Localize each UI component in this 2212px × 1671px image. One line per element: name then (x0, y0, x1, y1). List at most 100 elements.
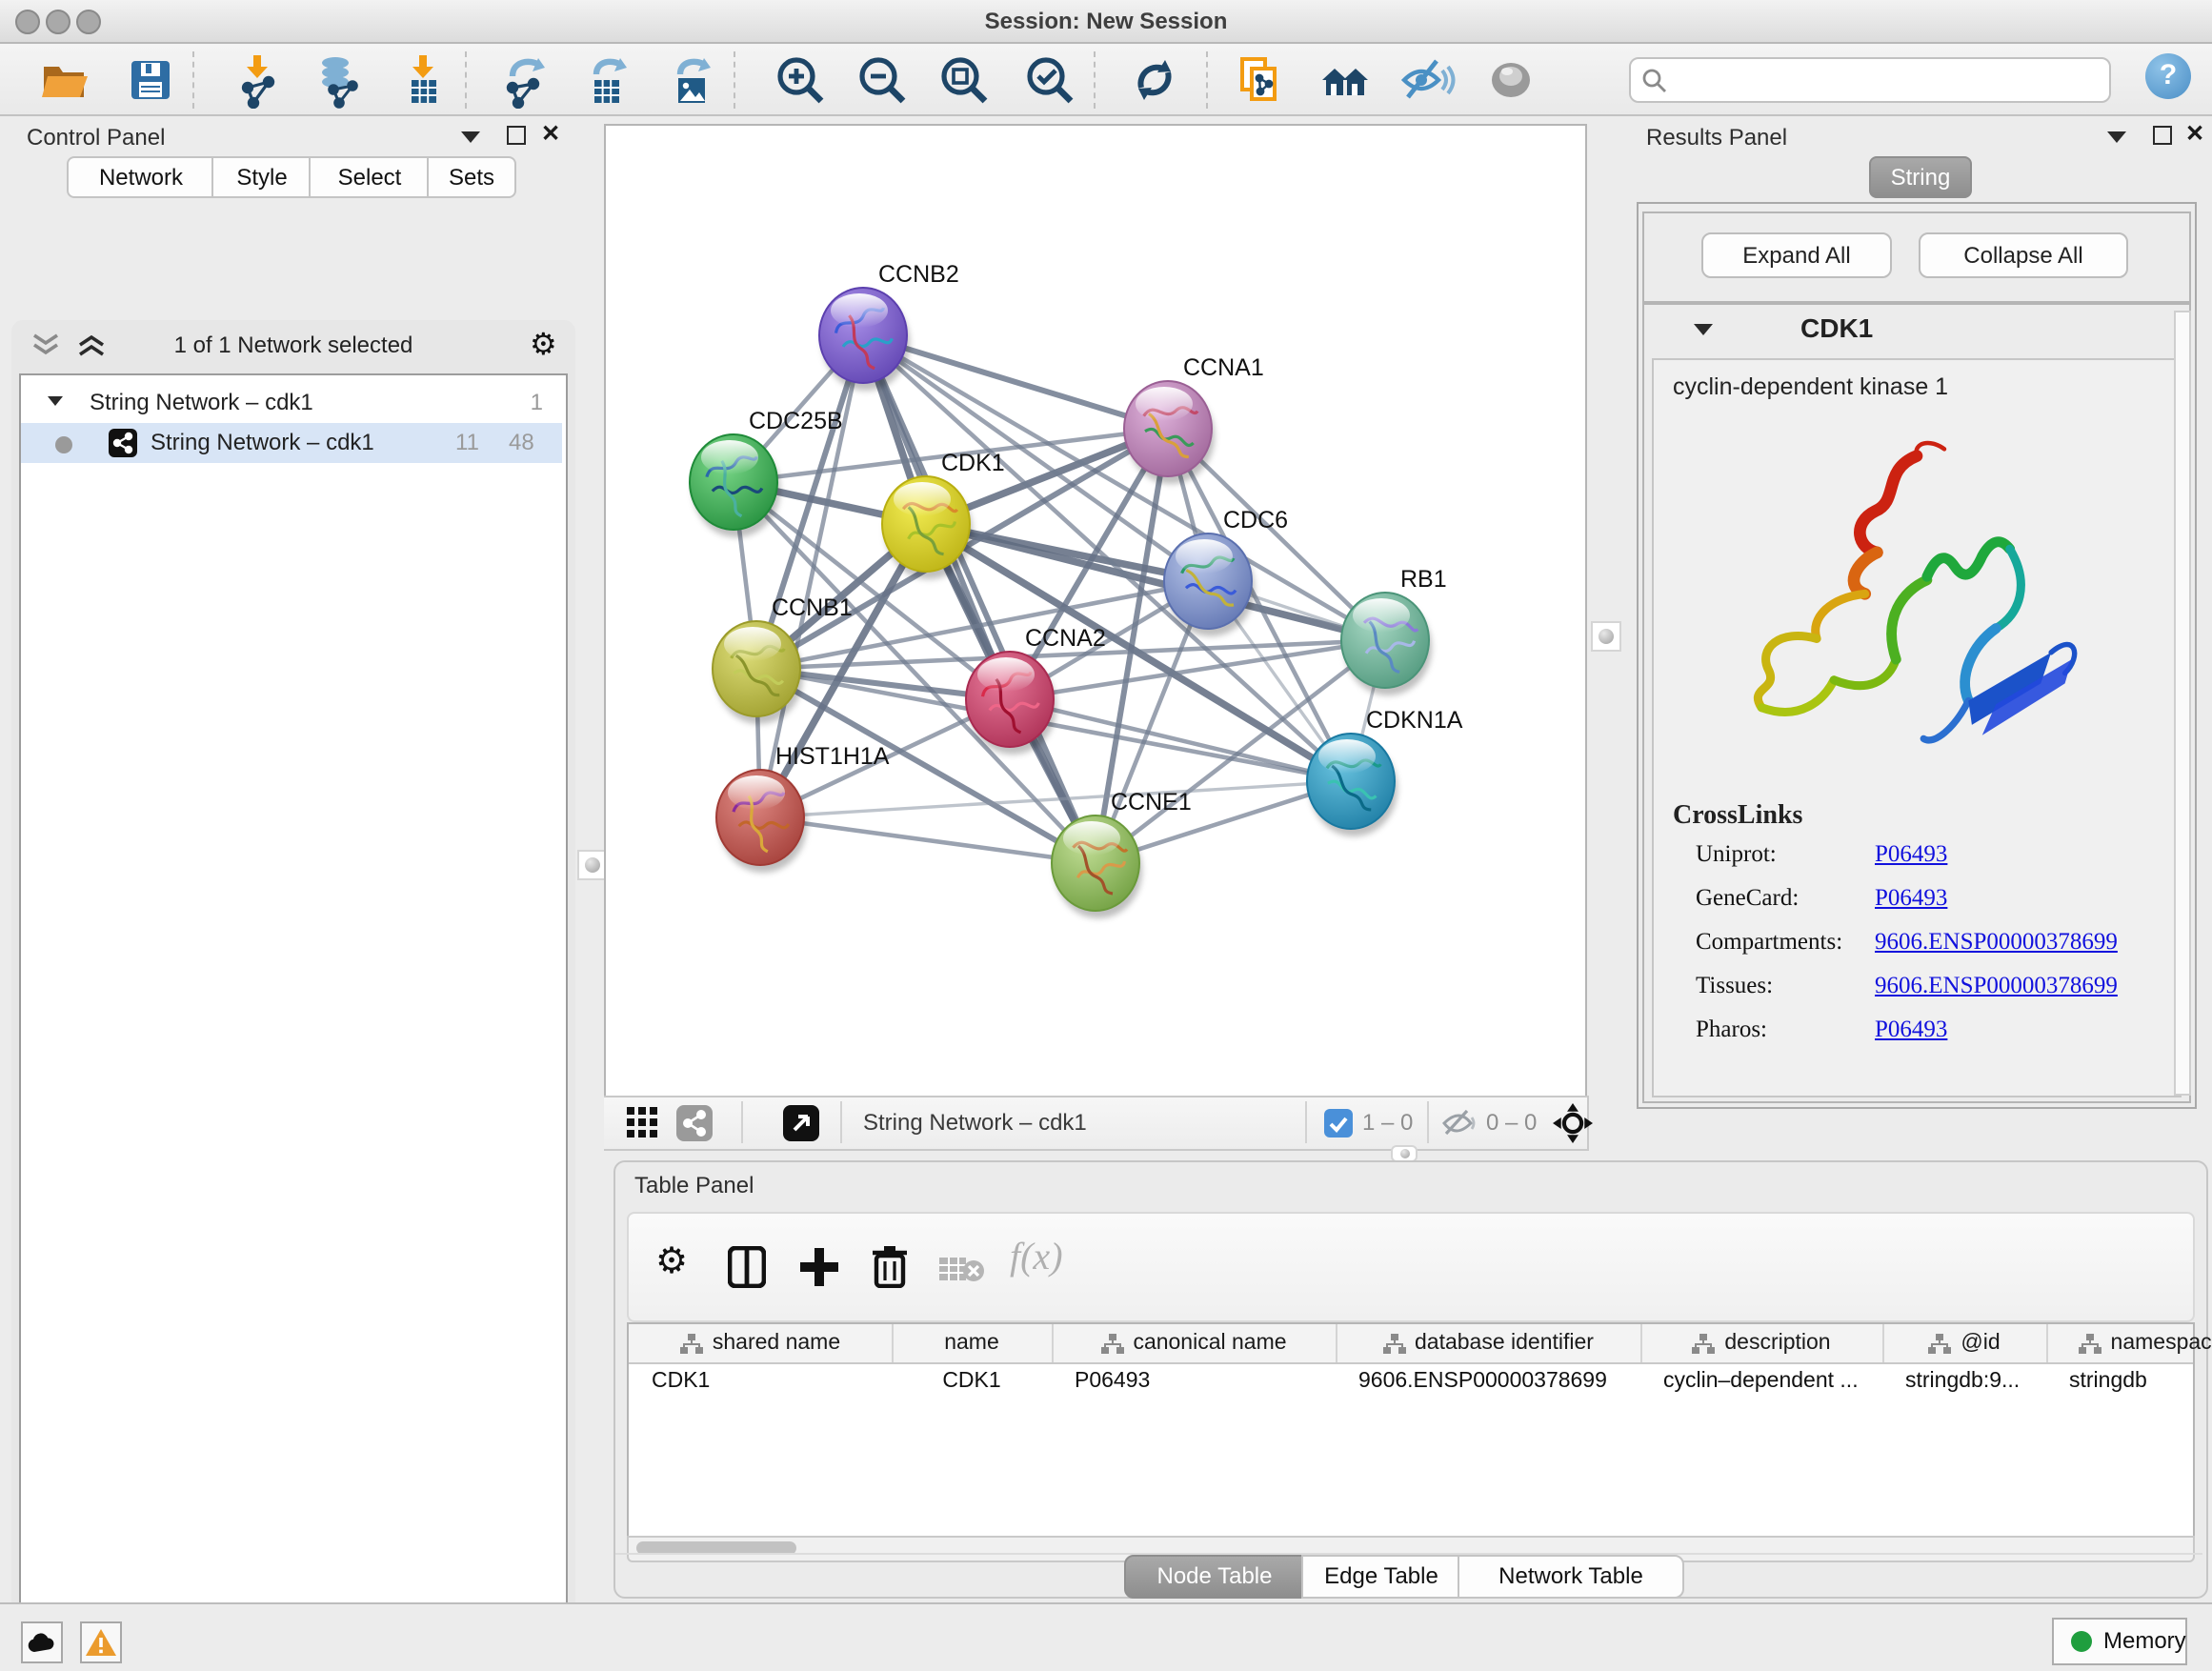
network-badge-icon[interactable] (676, 1105, 713, 1141)
application-window: Session: New Session (0, 0, 2212, 1671)
network-options-gear-icon[interactable]: ⚙ (530, 326, 557, 364)
zoom-in-icon[interactable] (772, 51, 829, 109)
collapse-all-button[interactable]: Collapse All (1919, 232, 2128, 278)
network-view-toolbar: String Network – cdk1 1 – 0 0 – 0 (604, 1096, 1589, 1151)
grid-mode-icon[interactable] (627, 1107, 659, 1139)
save-session-icon[interactable] (122, 51, 179, 109)
hidden-counts: 0 – 0 (1486, 1109, 1537, 1136)
table-cell[interactable]: stringdb:9... (1882, 1362, 2046, 1400)
crosslink-value-link[interactable]: P06493 (1875, 884, 1947, 913)
network-node-hist1h1a[interactable]: HIST1H1A (716, 743, 890, 873)
first-neighbors-icon[interactable] (1317, 51, 1374, 109)
import-network-database-icon[interactable] (311, 51, 368, 109)
table-cell[interactable]: P06493 (1052, 1362, 1336, 1400)
help-button[interactable]: ? (2145, 53, 2191, 99)
string-results-container: Expand All Collapse All CDK1 cyclin-depe… (1637, 202, 2197, 1109)
import-table-file-icon[interactable] (394, 51, 452, 109)
tab-style[interactable]: Style (211, 156, 312, 198)
tab-select[interactable]: Select (309, 156, 431, 198)
crosslink-value-link[interactable]: P06493 (1875, 840, 1947, 869)
gene-section-expander-icon[interactable] (1694, 324, 1713, 335)
cloud-button[interactable] (21, 1621, 63, 1663)
hide-selected-icon[interactable] (1398, 51, 1456, 109)
export-table-icon[interactable] (577, 51, 634, 109)
collection-expander-icon[interactable] (48, 396, 63, 406)
network-status-dot (55, 436, 72, 453)
search-input[interactable] (1677, 61, 2103, 99)
network-edge[interactable] (760, 817, 1096, 863)
clone-network-icon[interactable] (1231, 51, 1288, 109)
network-node-ccna1[interactable]: CCNA1 (1124, 354, 1264, 484)
table-options-gear-icon[interactable]: ⚙ (655, 1240, 688, 1284)
toolbar-separator (192, 51, 194, 109)
network-row-selected[interactable]: String Network – cdk1 11 48 (21, 423, 562, 463)
show-columns-icon[interactable] (728, 1246, 766, 1288)
column-header-database-identifier[interactable]: database identifier (1336, 1324, 1642, 1362)
tab-string[interactable]: String (1869, 156, 1972, 198)
close-panel-icon[interactable]: ✕ (2185, 124, 2204, 143)
network-node-ccnb2[interactable]: CCNB2 (819, 261, 959, 391)
column-header-description[interactable]: description (1640, 1324, 1884, 1362)
tab-node-table[interactable]: Node Table (1124, 1555, 1305, 1599)
results-panel-title: Results Panel (1646, 124, 1787, 151)
crosslink-value-link[interactable]: 9606.ENSP00000378699 (1875, 928, 2118, 956)
memory-button[interactable]: Memory (2052, 1618, 2187, 1665)
current-network-name: String Network – cdk1 (863, 1109, 1087, 1136)
column-header-name[interactable]: name (892, 1324, 1054, 1362)
results-scrollbar[interactable] (2174, 311, 2191, 1096)
toolbar-separator (1094, 51, 1096, 109)
float-panel-icon[interactable] (507, 126, 526, 145)
expand-all-button[interactable]: Expand All (1701, 232, 1892, 278)
column-header--id[interactable]: @id (1882, 1324, 2048, 1362)
network-graph[interactable]: CCNB2CCNA1CDC25BCDK1CDC6RB1CCNB1CCNA2CDK… (606, 126, 1585, 1096)
tab-sets[interactable]: Sets (427, 156, 516, 198)
column-header-canonical-name[interactable]: canonical name (1052, 1324, 1337, 1362)
column-header-shared-name[interactable]: shared name (629, 1324, 894, 1362)
node-label: CCNB1 (772, 594, 853, 621)
selected-checkbox-icon[interactable] (1324, 1109, 1353, 1137)
export-image-icon[interactable] (661, 51, 718, 109)
node-label: CDKN1A (1366, 707, 1463, 734)
tab-network[interactable]: Network (67, 156, 215, 198)
gene-details: cyclin-dependent kinase 1 (1652, 358, 2182, 1097)
tab-edge-table[interactable]: Edge Table (1301, 1555, 1461, 1599)
network-collection-row[interactable]: String Network – cdk1 1 (21, 383, 562, 423)
float-panel-icon[interactable] (2153, 126, 2172, 145)
table-cell[interactable]: 9606.ENSP00000378699 (1336, 1362, 1640, 1400)
delete-column-icon[interactable] (871, 1244, 909, 1288)
network-view-canvas[interactable]: CCNB2CCNA1CDC25BCDK1CDC6RB1CCNB1CCNA2CDK… (604, 124, 1587, 1097)
zoom-fit-icon[interactable] (935, 51, 993, 109)
panel-menu-icon[interactable] (461, 131, 480, 143)
warning-button[interactable] (80, 1621, 122, 1663)
table-panel-title: Table Panel (634, 1172, 754, 1198)
crosslink-value-link[interactable]: 9606.ENSP00000378699 (1875, 972, 2118, 1000)
import-network-file-icon[interactable] (229, 51, 286, 109)
add-column-icon[interactable] (798, 1246, 840, 1288)
network-edge[interactable] (863, 335, 1096, 863)
table-cell[interactable]: CDK1 (629, 1362, 892, 1400)
gene-name: CDK1 (1800, 312, 1873, 343)
right-splitter-handle[interactable] (1591, 621, 1621, 652)
crosslink-value-link[interactable]: P06493 (1875, 1016, 1947, 1044)
zoom-out-icon[interactable] (854, 51, 911, 109)
table-cell[interactable]: stringdb (2046, 1362, 2212, 1400)
fit-content-crosshair-icon[interactable] (1553, 1103, 1593, 1143)
column-header-namespace[interactable]: namespace (2046, 1324, 2212, 1362)
network-node-ccnb1[interactable]: CCNB1 (713, 594, 853, 724)
panel-menu-icon[interactable] (2107, 131, 2126, 143)
show-all-icon[interactable] (1482, 51, 1539, 109)
function-builder-icon-disabled: f(x) (1010, 1237, 1063, 1280)
zoom-selected-icon[interactable] (1021, 51, 1078, 109)
open-in-window-icon[interactable] (783, 1105, 819, 1141)
close-panel-icon[interactable]: ✕ (541, 124, 560, 143)
export-network-icon[interactable] (495, 51, 553, 109)
open-session-icon[interactable] (36, 51, 93, 109)
search-field[interactable] (1629, 57, 2111, 103)
network-node-cdkn1a[interactable]: CDKN1A (1307, 707, 1463, 836)
network-node-rb1[interactable]: RB1 (1341, 566, 1447, 695)
table-cell[interactable]: cyclin–dependent ... (1640, 1362, 1882, 1400)
node-table[interactable]: shared namenamecanonical namedatabase id… (627, 1322, 2195, 1538)
refresh-icon[interactable] (1126, 51, 1183, 109)
tab-network-table[interactable]: Network Table (1458, 1555, 1684, 1599)
table-cell[interactable]: CDK1 (892, 1362, 1052, 1400)
